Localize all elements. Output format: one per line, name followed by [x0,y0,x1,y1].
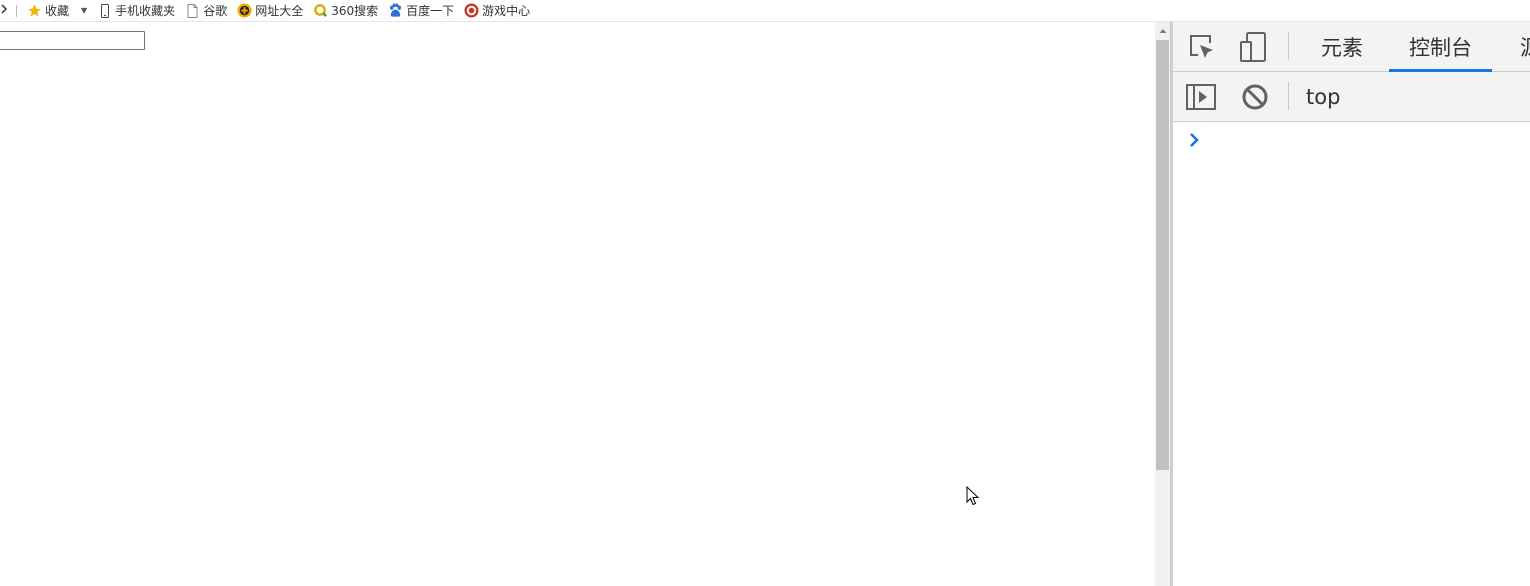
text-input[interactable] [0,31,145,50]
tab-label: 控制台 [1409,36,1472,60]
tab-console[interactable]: 控制台 [1389,22,1492,72]
toolbar-separator [1288,82,1289,110]
page-viewport [0,22,1155,586]
plus-circle-icon [237,3,252,18]
context-label: top [1306,85,1341,109]
mouse-pointer-icon [966,486,980,506]
device-mode-icon [1240,32,1266,62]
scroll-thumb[interactable] [1156,40,1169,470]
browser-window: 收藏 ▼ 手机收藏夹 谷歌 网址大全 360搜索 百度一下 游戏中心 元素 控制… [0,0,1530,586]
device-toolbar-button[interactable] [1236,30,1270,64]
bookmark-baidu[interactable]: 百度一下 [388,1,454,21]
bookmark-google[interactable]: 谷歌 [185,1,227,21]
tab-sources[interactable]: 源 [1500,22,1530,72]
page-scrollbar[interactable] [1155,22,1170,586]
inspect-element-button[interactable] [1185,30,1219,64]
inspect-icon [1190,35,1213,58]
search-ring-icon [313,3,328,18]
chevron-right-icon[interactable] [0,3,10,18]
bookmark-favorites[interactable]: 收藏 ▼ [27,1,87,21]
toolbar-separator [1288,32,1289,60]
clear-console-button[interactable] [1238,80,1272,114]
console-output[interactable] [1173,122,1530,586]
console-toolbar: top [1173,72,1530,122]
bookmark-360-search[interactable]: 360搜索 [313,1,378,21]
bookmark-label: 收藏 [45,4,70,18]
bookmark-web-directory[interactable]: 网址大全 [237,1,303,21]
bookmarks-divider [16,4,17,17]
bookmark-mobile-favorites[interactable]: 手机收藏夹 [97,1,175,21]
bookmark-label: 手机收藏夹 [115,4,176,18]
game-icon [464,3,479,18]
bookmark-label: 百度一下 [406,4,455,18]
sidebar-toggle-icon [1186,84,1216,110]
block-icon [1242,84,1268,110]
bookmark-label: 360搜索 [331,4,379,18]
bookmark-label: 网址大全 [255,4,304,18]
scroll-up-arrow-icon[interactable] [1155,22,1170,39]
show-sidebar-button[interactable] [1184,80,1218,114]
star-icon [27,3,42,18]
phone-icon [97,3,112,18]
paw-icon [388,3,403,18]
devtools-tabbar: 元素 控制台 源 [1173,22,1530,72]
page-icon [185,3,200,18]
tab-elements[interactable]: 元素 [1301,22,1383,72]
caret-down-icon[interactable]: ▼ [81,6,87,15]
bookmarks-bar: 收藏 ▼ 手机收藏夹 谷歌 网址大全 360搜索 百度一下 游戏中心 [0,0,1530,22]
devtools-panel: 元素 控制台 源 [1173,22,1530,586]
bookmark-game-center[interactable]: 游戏中心 [464,1,530,21]
bookmark-label: 谷歌 [203,4,228,18]
tab-label: 元素 [1321,36,1363,60]
tab-label: 源 [1520,32,1530,62]
console-prompt-icon [1190,133,1199,147]
bookmark-label: 游戏中心 [482,4,531,18]
context-selector[interactable]: top [1306,72,1340,122]
